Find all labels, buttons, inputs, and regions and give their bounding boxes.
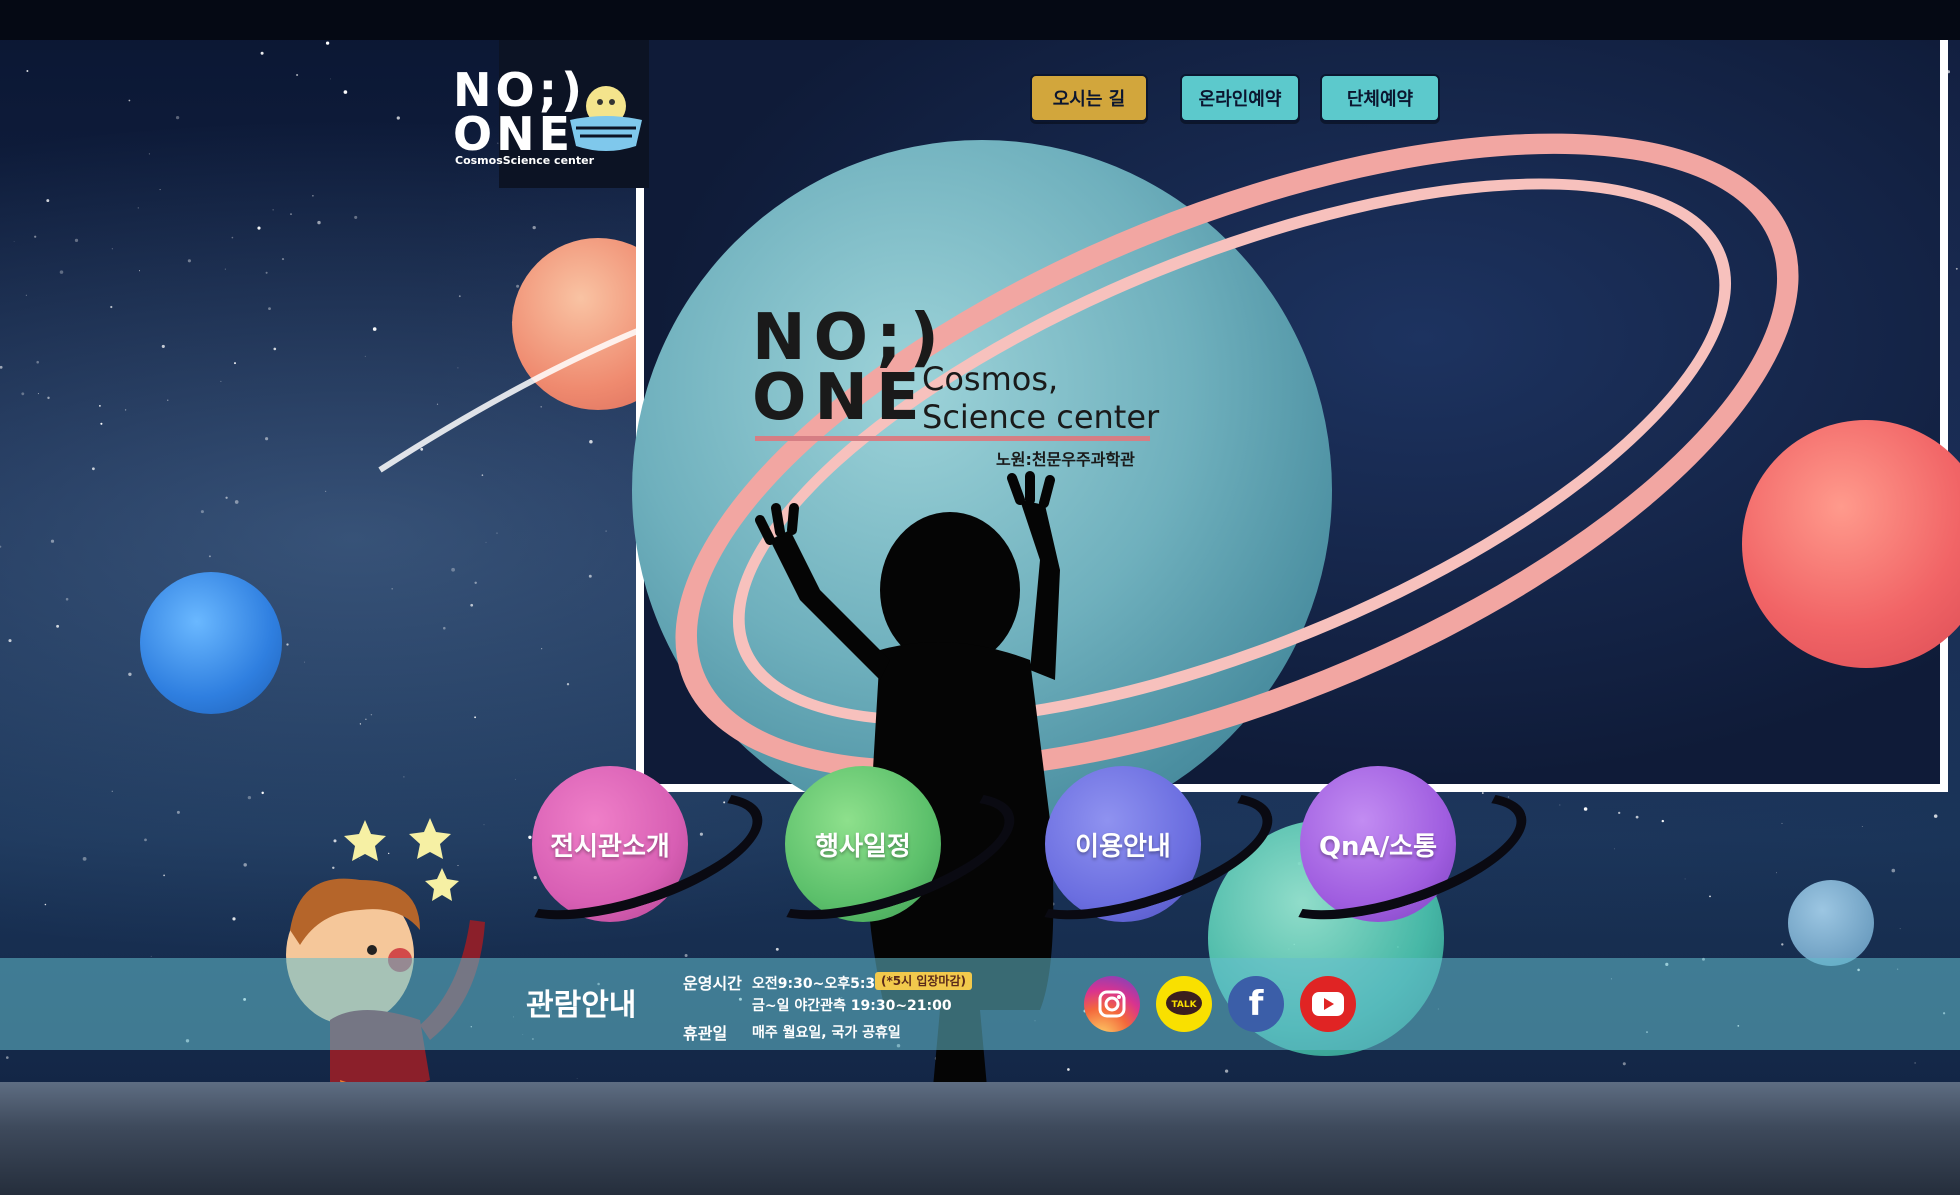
nav-qna-community[interactable]: QnA/소통 xyxy=(1300,766,1456,922)
closed-value: 매주 월요일, 국가 공휴일 xyxy=(752,1025,901,1041)
page: NO;) ONE CosmosScience center 오시는 길 온라인예… xyxy=(0,0,1960,1195)
moon-mascot-icon xyxy=(570,86,642,151)
hero-title-line-2: ONE xyxy=(752,361,928,435)
online-reservation-button[interactable]: 온라인예약 xyxy=(1180,74,1300,122)
group-reservation-button[interactable]: 단체예약 xyxy=(1320,74,1440,122)
kakaotalk-icon[interactable]: TALK xyxy=(1156,976,1212,1032)
facebook-label: f xyxy=(1248,984,1264,1024)
directions-button[interactable]: 오시는 길 xyxy=(1030,74,1148,122)
youtube-icon[interactable] xyxy=(1300,976,1356,1032)
kakaotalk-label: TALK xyxy=(1171,1000,1197,1010)
night-observation-value: 금~일 야간관측 19:30~21:00 xyxy=(752,998,952,1014)
hours-label: 운영시간 xyxy=(683,974,742,993)
hero-subtitle-line-2: Science center xyxy=(922,398,1160,436)
top-bar xyxy=(0,0,1960,40)
nav-event-schedule[interactable]: 행사일정 xyxy=(785,766,941,922)
small-blue-planet-decoration xyxy=(1788,880,1874,966)
entry-deadline-badge: (*5시 입장마감) xyxy=(875,972,972,990)
nav-usage-guide[interactable]: 이용안내 xyxy=(1045,766,1201,922)
hero-logo: NO;) ONE xyxy=(752,301,947,435)
hero-korean-name: 노원:천문우주과학관 xyxy=(996,450,1135,469)
instagram-icon[interactable] xyxy=(1084,976,1140,1032)
moon-ground xyxy=(0,1082,1960,1195)
hero-subtitle: Cosmos, Science center xyxy=(922,360,1159,436)
closed-label: 휴관일 xyxy=(683,1024,728,1043)
hero-title-line-1: NO;) xyxy=(752,301,947,375)
blue-planet-decoration xyxy=(140,572,282,714)
hours-value: 오전9:30~오후5:30 xyxy=(752,976,885,992)
nav-exhibition-intro[interactable]: 전시관소개 xyxy=(532,766,688,922)
visit-info-band xyxy=(0,958,1960,1050)
hero-underline xyxy=(755,436,1150,441)
visit-info-title: 관람안내 xyxy=(526,988,637,1023)
facebook-icon[interactable]: f xyxy=(1228,976,1284,1032)
hero-subtitle-line-1: Cosmos, xyxy=(922,360,1059,398)
